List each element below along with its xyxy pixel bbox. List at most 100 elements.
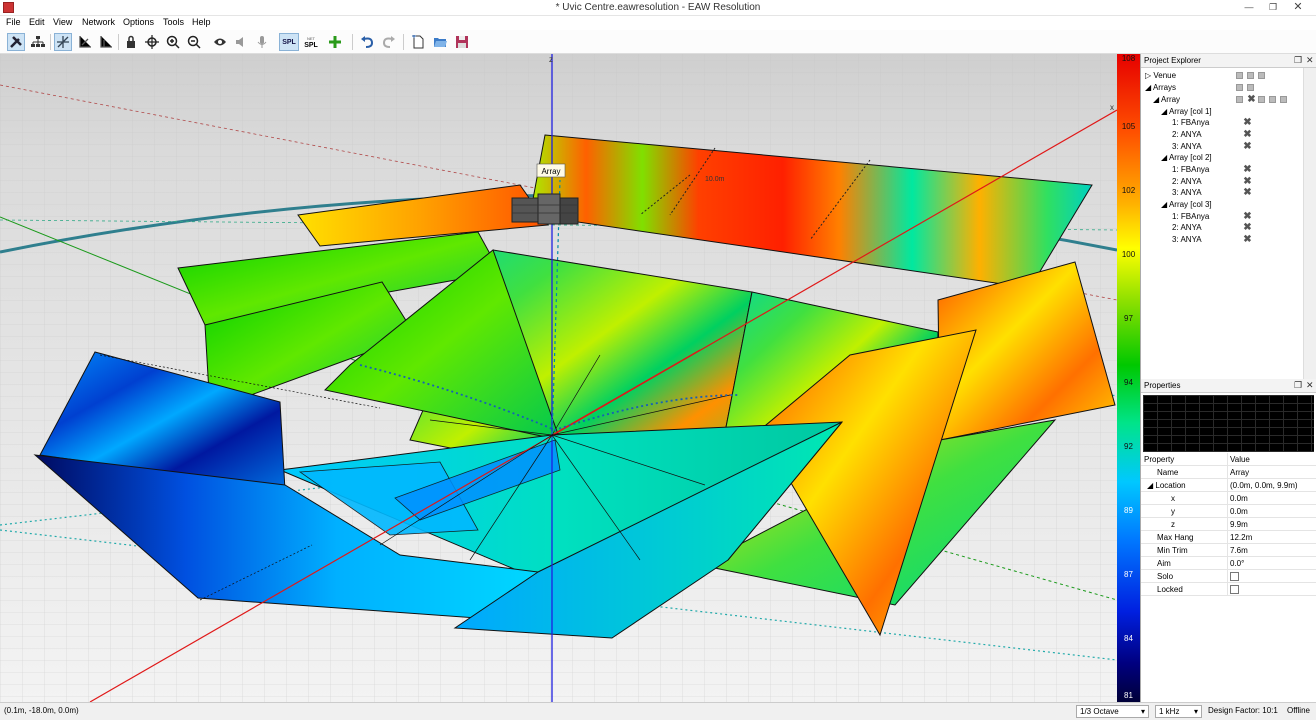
spl-button[interactable]: SPL	[279, 33, 299, 51]
tree-item-speaker[interactable]: 2: ANYA	[1172, 129, 1202, 140]
lock-icon[interactable]	[122, 33, 140, 51]
maximize-icon[interactable]: ❐	[1266, 1, 1280, 14]
delete-icon[interactable]: ✖	[1243, 177, 1252, 187]
menu-bar: File Edit View Network Options Tools Hel…	[0, 16, 1316, 30]
property-row-y[interactable]: y 0.0m	[1141, 505, 1316, 518]
property-row-locked: Locked	[1141, 583, 1316, 596]
spl-scale: 108 105 102 100 97 94 92 89 87 84 81	[1117, 54, 1140, 702]
tree-item-venue[interactable]: ▷ Venue	[1145, 70, 1176, 81]
tree-item-speaker[interactable]: 2: ANYA	[1172, 176, 1202, 187]
scale-tick: 81	[1124, 691, 1133, 700]
viewport-3d[interactable]: Array 10.0m x z	[0, 54, 1117, 702]
view-eye-icon[interactable]	[211, 33, 229, 51]
cursor-coordinates: (0.1m, -18.0m, 0.0m)	[4, 706, 79, 715]
zoom-out-icon[interactable]	[185, 33, 203, 51]
float-icon[interactable]: ❐	[1294, 55, 1302, 66]
menu-file[interactable]: File	[6, 17, 21, 27]
scale-tick: 108	[1121, 54, 1136, 63]
speaker-array[interactable]	[511, 193, 579, 225]
delete-icon[interactable]: ✖	[1243, 130, 1252, 140]
window-title: * Uvic Centre.eawresolution - EAW Resolu…	[555, 2, 761, 13]
hierarchy-icon[interactable]	[29, 33, 47, 51]
delete-icon[interactable]: ✖	[1247, 95, 1256, 105]
open-folder-icon[interactable]	[431, 33, 449, 51]
menu-options[interactable]: Options	[123, 17, 154, 27]
tree-item-speaker[interactable]: 3: ANYA	[1172, 234, 1202, 245]
frequency-select[interactable]: 1 kHz ▾	[1155, 705, 1202, 718]
save-icon[interactable]	[1280, 96, 1287, 103]
close-panel-icon[interactable]: ✕	[1306, 55, 1314, 66]
zoom-in-icon[interactable]	[164, 33, 182, 51]
response-graph	[1143, 395, 1314, 452]
locked-checkbox[interactable]	[1230, 585, 1239, 594]
property-row-x[interactable]: x 0.0m	[1141, 492, 1316, 505]
copy-icon[interactable]	[1258, 96, 1265, 103]
bandwidth-select[interactable]: 1/3 Octave ▾	[1076, 705, 1149, 718]
property-row-solo: Solo	[1141, 570, 1316, 583]
tree-item-speaker[interactable]: 1: FBAnya	[1172, 117, 1209, 128]
import-icon[interactable]	[1247, 84, 1254, 91]
property-row-name[interactable]: Name Array	[1141, 466, 1316, 479]
delete-icon[interactable]: ✖	[1243, 142, 1252, 152]
delete-icon[interactable]: ✖	[1243, 118, 1252, 128]
mute-icon[interactable]	[232, 33, 250, 51]
save-icon[interactable]	[1258, 72, 1265, 79]
status-bar: (0.1m, -18.0m, 0.0m) 1/3 Octave ▾ 1 kHz ▾ …	[0, 702, 1316, 720]
tree-item-speaker[interactable]: 2: ANYA	[1172, 222, 1202, 233]
property-row-z[interactable]: z 9.9m	[1141, 518, 1316, 531]
tree-item-arrays[interactable]: ◢ Arrays	[1145, 82, 1176, 93]
solo-checkbox[interactable]	[1230, 572, 1239, 581]
scale-tick: 84	[1124, 634, 1133, 643]
float-icon[interactable]: ❐	[1294, 380, 1302, 391]
tools-icon[interactable]	[7, 33, 25, 51]
tree-item-speaker[interactable]: 3: ANYA	[1172, 141, 1202, 152]
microphone-icon[interactable]	[253, 33, 271, 51]
scale-tick: 105	[1121, 122, 1136, 131]
property-header-row: Property Value	[1141, 453, 1316, 466]
close-icon[interactable]: ✕	[1291, 1, 1305, 14]
tree-item-array[interactable]: ◢ Array	[1153, 94, 1180, 105]
delete-icon[interactable]: ✖	[1243, 212, 1252, 222]
axis-view-icon[interactable]	[54, 33, 72, 51]
menu-network[interactable]: Network	[82, 17, 115, 27]
property-row-max-hang[interactable]: Max Hang 12.2m	[1141, 531, 1316, 544]
import-icon[interactable]	[1247, 72, 1254, 79]
tree-item-speaker[interactable]: 3: ANYA	[1172, 187, 1202, 198]
scale-tick: 89	[1124, 506, 1133, 515]
menu-tools[interactable]: Tools	[163, 17, 184, 27]
menu-help[interactable]: Help	[192, 17, 211, 27]
property-row-aim[interactable]: Aim 0.0°	[1141, 557, 1316, 570]
tree-item-array-col1[interactable]: ◢ Array [col 1]	[1161, 106, 1212, 117]
property-row-min-trim[interactable]: Min Trim 7.6m	[1141, 544, 1316, 557]
menu-edit[interactable]: Edit	[29, 17, 45, 27]
new-file-icon[interactable]	[409, 33, 427, 51]
redo-icon[interactable]	[380, 33, 398, 51]
spl-net-button[interactable]: NET SPL	[301, 33, 321, 51]
menu-view[interactable]: View	[53, 17, 72, 27]
delete-icon[interactable]: ✖	[1243, 223, 1252, 233]
axis-side-icon[interactable]	[97, 33, 115, 51]
settings-icon[interactable]	[1269, 96, 1276, 103]
tree-item-speaker[interactable]: 1: FBAnya	[1172, 211, 1209, 222]
delete-icon[interactable]: ✖	[1243, 165, 1252, 175]
delete-icon[interactable]: ✖	[1243, 188, 1252, 198]
undo-icon[interactable]	[358, 33, 376, 51]
add-icon[interactable]	[1236, 84, 1243, 91]
edit-icon[interactable]	[1236, 96, 1243, 103]
delete-icon[interactable]: ✖	[1243, 235, 1252, 245]
properties-title: Properties	[1144, 381, 1181, 390]
add-icon[interactable]	[326, 33, 344, 51]
close-panel-icon[interactable]: ✕	[1306, 380, 1314, 391]
tree-item-array-col3[interactable]: ◢ Array [col 3]	[1161, 199, 1212, 210]
move-icon[interactable]	[143, 33, 161, 51]
save-icon[interactable]	[453, 33, 471, 51]
add-icon[interactable]	[1236, 72, 1243, 79]
explorer-scrollbar[interactable]	[1303, 68, 1316, 379]
tree-item-array-col2[interactable]: ◢ Array [col 2]	[1161, 152, 1212, 163]
explorer-title: Project Explorer	[1144, 56, 1201, 65]
minimize-icon[interactable]: —	[1242, 1, 1256, 14]
tree-item-speaker[interactable]: 1: FBAnya	[1172, 164, 1209, 175]
scale-tick: 94	[1124, 378, 1133, 387]
axis-plan-icon[interactable]	[76, 33, 94, 51]
property-row-location[interactable]: ◢ Location (0.0m, 0.0m, 9.9m)	[1141, 479, 1316, 492]
